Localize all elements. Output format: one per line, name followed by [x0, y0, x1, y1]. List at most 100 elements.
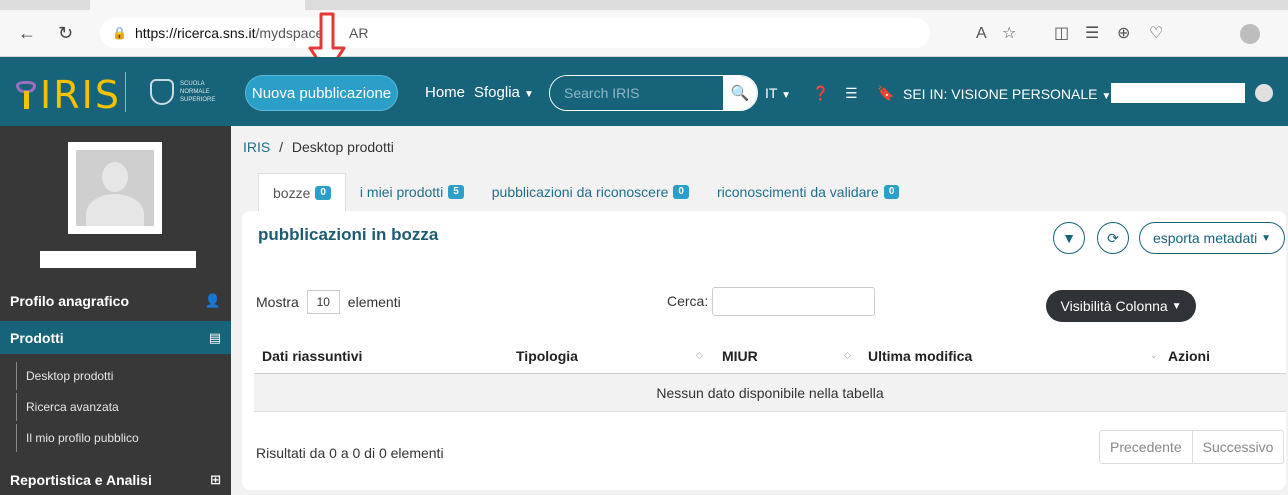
sidebar-sub-label: Il mio profilo pubblico — [26, 431, 139, 445]
chevron-down-icon: ▼ — [1171, 300, 1182, 312]
sort-icon[interactable]: ⌄ — [1150, 350, 1158, 361]
column-visibility-label: Visibilità Colonna — [1060, 298, 1168, 314]
product-tabs: bozze 0 i miei prodotti 5 pubblicazioni da… — [258, 173, 913, 211]
browser-profile-avatar[interactable] — [1240, 24, 1260, 44]
sidebar-item-label: Prodotti — [10, 329, 64, 346]
table-icon: ⊞ — [210, 472, 221, 487]
column-header-miur[interactable]: MIUR — [722, 348, 758, 364]
breadcrumb-root[interactable]: IRIS — [243, 139, 270, 155]
filter-icon: ▼ — [1062, 230, 1076, 246]
page-length-select[interactable]: 10 — [306, 290, 340, 314]
results-info: Risultati da 0 a 0 di 0 elementi — [256, 445, 444, 461]
lock-icon: 🔒 — [112, 26, 127, 40]
sidebar-item-profile[interactable]: Profilo anagrafico 👤 — [0, 286, 231, 316]
help-icon[interactable]: ❓ — [812, 84, 829, 102]
language-label: IT — [765, 85, 778, 101]
sort-icon[interactable]: ◇ — [696, 350, 703, 361]
export-label: esporta metadati — [1152, 230, 1258, 246]
column-header-summary[interactable]: Dati riassuntivi — [262, 348, 362, 364]
read-aloud-icon[interactable]: A — [976, 25, 987, 43]
sort-icon[interactable]: ◇ — [844, 350, 851, 361]
search-icon: 🔍 — [730, 85, 750, 102]
tab-label: bozze — [273, 184, 311, 201]
column-header-actions: Azioni — [1168, 348, 1210, 364]
sidebar-item-label: Reportistica e Analisi — [10, 472, 152, 488]
sns-seal-text: SCUOLA NORMALE SUPERIORE — [180, 81, 216, 103]
profile-photo[interactable] — [68, 142, 162, 234]
show-prefix: Mostra — [256, 294, 299, 310]
logo-divider — [125, 72, 126, 112]
search-box: Search IRIS 🔍 — [549, 75, 758, 111]
refresh-button[interactable]: ⟳ — [1097, 222, 1129, 254]
column-visibility-button[interactable]: Visibilità Colonna ▼ — [1046, 290, 1196, 322]
tab-drafts[interactable]: bozze 0 — [258, 173, 346, 211]
sns-seal-icon — [150, 79, 174, 105]
sidebar-item-label: Profilo anagrafico — [10, 293, 130, 309]
table-search-label: Cerca: — [667, 293, 709, 309]
search-input[interactable]: Search IRIS — [550, 76, 723, 110]
sidebar-item-reports[interactable]: Reportistica e Analisi ⊞ — [0, 465, 231, 495]
export-metadata-button[interactable]: esporta metadati ▼ — [1139, 222, 1285, 254]
url-host: https://ricerca.sns.it — [134, 25, 256, 41]
bookmark-icon[interactable]: 🔖 — [877, 84, 894, 102]
pagination: Precedente Successivo — [1099, 430, 1285, 464]
sidebar-item-products[interactable]: Prodotti ▤ — [0, 321, 231, 354]
breadcrumb-separator: / — [279, 139, 284, 155]
chevron-down-icon: ▼ — [1101, 91, 1112, 102]
view-selector-label: SEI IN: VISIONE PERSONALE — [903, 86, 1098, 102]
back-icon[interactable]: ← — [18, 23, 36, 43]
tab-label: pubblicazioni da riconoscere — [491, 184, 669, 200]
tab-label: riconoscimenti da validare — [716, 184, 879, 200]
reload-icon[interactable]: ↻ — [58, 23, 73, 43]
favorites-list-icon[interactable]: ☰ — [1085, 25, 1099, 43]
user-silhouette-icon — [76, 150, 154, 226]
tab-count-badge: 0 — [883, 185, 900, 199]
show-suffix: elementi — [347, 294, 401, 310]
breadcrumb: IRIS / Desktop prodotti — [243, 139, 394, 155]
sidebar-sub-public-profile[interactable]: Il mio profilo pubblico — [16, 424, 231, 452]
sidebar-sub-advanced-search[interactable]: Ricerca avanzata — [16, 393, 231, 421]
browser-tab[interactable] — [90, 0, 305, 10]
table-header: Dati riassuntivi Tipologia ◇ MIUR ◇ Ulti… — [254, 340, 1286, 374]
user-avatar[interactable] — [1255, 84, 1273, 102]
url-input[interactable]: 🔒 https://ricerca.sns.it/mydspace? AR — [100, 18, 930, 48]
profile-name-box — [40, 251, 196, 268]
health-icon[interactable]: ♡ — [1149, 25, 1163, 43]
person-icon: 👤 — [204, 293, 221, 308]
breadcrumb-current: Desktop prodotti — [291, 139, 394, 155]
column-header-last-modified[interactable]: Ultima modifica — [868, 348, 972, 364]
browse-label: Sfoglia — [474, 84, 520, 101]
tab-count-badge: 5 — [448, 185, 464, 199]
chevron-down-icon: ▼ — [781, 90, 791, 101]
language-selector[interactable]: IT ▼ — [765, 84, 791, 105]
home-link[interactable]: Home — [425, 84, 465, 102]
column-header-type[interactable]: Tipologia — [516, 348, 578, 364]
next-page-button[interactable]: Successivo — [1191, 431, 1284, 463]
collections-icon[interactable]: ⊕ — [1117, 25, 1130, 43]
favorite-star-icon[interactable]: ☆ — [1002, 25, 1016, 43]
tab-label: i miei prodotti — [359, 184, 444, 200]
filter-button[interactable]: ▼ — [1053, 222, 1085, 254]
browse-menu[interactable]: Sfoglia ▼ — [474, 84, 534, 104]
search-button[interactable]: 🔍 — [723, 76, 757, 110]
list-icon[interactable]: ☰ — [845, 84, 858, 102]
split-screen-icon[interactable]: ◫ — [1054, 25, 1069, 43]
tab-count-badge: 0 — [673, 185, 689, 199]
refresh-icon: ⟳ — [1107, 229, 1119, 246]
iris-logo-icon — [14, 81, 38, 109]
user-name-box[interactable] — [1111, 83, 1245, 103]
tab-to-validate[interactable]: riconoscimenti da validare 0 — [703, 173, 913, 211]
iris-logo-text: IRIS — [40, 73, 121, 117]
previous-page-button[interactable]: Precedente — [1100, 431, 1192, 463]
page-length-control: Mostra 10 elementi — [256, 290, 401, 314]
iris-logo[interactable]: IRIS — [14, 73, 121, 117]
sidebar-sub-desktop-products[interactable]: Desktop prodotti — [16, 362, 231, 390]
new-publication-button[interactable]: Nuova pubblicazione — [245, 75, 398, 111]
book-icon: ▤ — [208, 329, 221, 345]
tab-to-recognize[interactable]: pubblicazioni da riconoscere 0 — [478, 173, 703, 211]
table-search-input[interactable] — [712, 287, 875, 316]
chevron-down-icon: ▼ — [524, 89, 534, 100]
view-selector[interactable]: SEI IN: VISIONE PERSONALE ▼ — [903, 85, 1111, 106]
tab-my-products[interactable]: i miei prodotti 5 — [346, 173, 478, 211]
sidebar-sub-label: Desktop prodotti — [26, 369, 114, 383]
